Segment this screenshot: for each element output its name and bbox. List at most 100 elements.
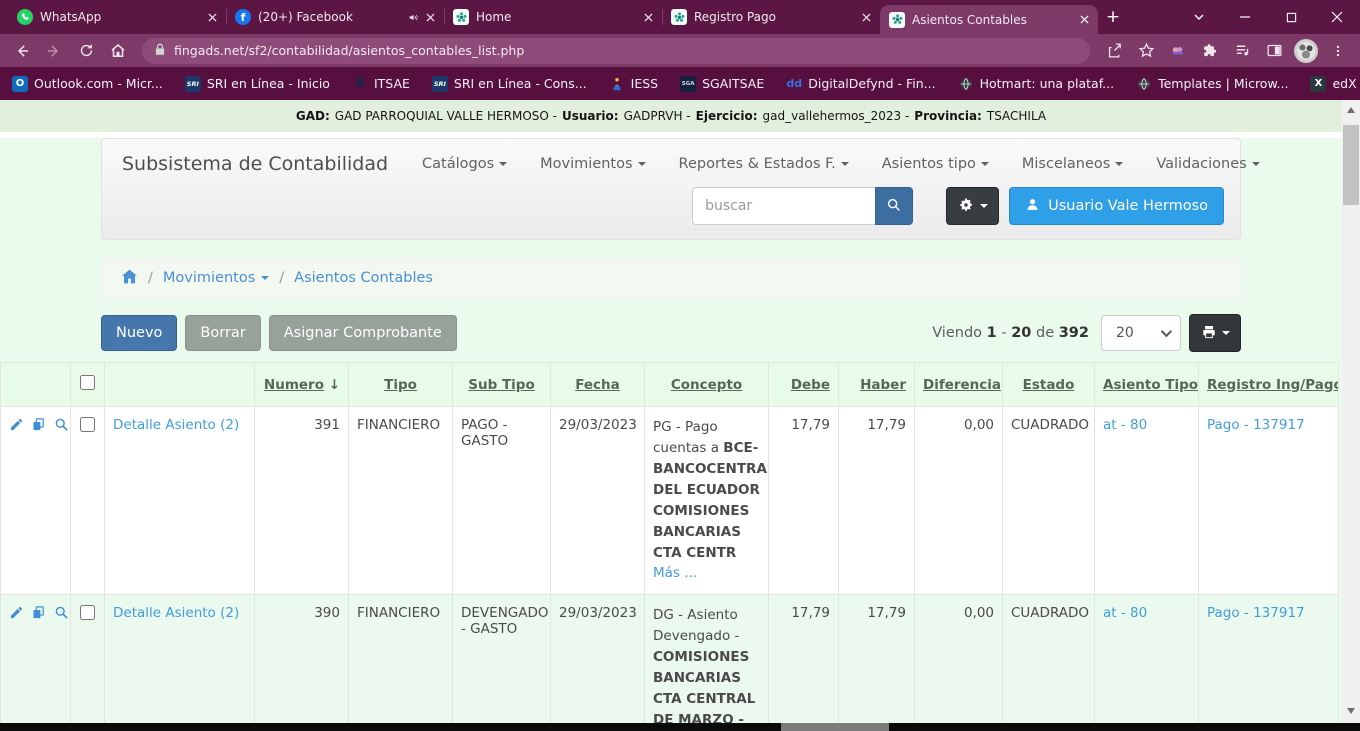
col-header-sub-tipo[interactable]: Sub Tipo bbox=[453, 363, 551, 407]
col-header-tipo[interactable]: Tipo bbox=[349, 363, 453, 407]
menu-reportes[interactable]: Reportes & Estados F. bbox=[679, 156, 849, 172]
tab-registro-pago[interactable]: Registro Pago bbox=[662, 0, 880, 34]
bookmark-edx[interactable]: X edX | Cursos en líne... bbox=[1310, 76, 1360, 92]
copy-icon[interactable] bbox=[31, 420, 49, 436]
close-icon[interactable] bbox=[1080, 15, 1089, 24]
col-header-debe[interactable]: Debe bbox=[769, 363, 839, 407]
horizontal-scrollbar[interactable] bbox=[0, 723, 1360, 731]
scroll-down-icon[interactable] bbox=[1347, 708, 1355, 714]
edit-icon[interactable] bbox=[9, 608, 27, 624]
browser-menu-icon[interactable] bbox=[1324, 37, 1352, 65]
user-button[interactable]: Usuario Vale Hermoso bbox=[1009, 187, 1224, 225]
maximize-icon[interactable] bbox=[1268, 0, 1314, 34]
nuevo-button[interactable]: Nuevo bbox=[101, 315, 177, 351]
asiento-tipo-link[interactable]: at - 80 bbox=[1103, 417, 1147, 433]
col-header-estado[interactable]: Estado bbox=[1003, 363, 1095, 407]
bookmark-itsae[interactable]: A ITSAE bbox=[352, 76, 410, 92]
tab-audio-icon[interactable] bbox=[408, 12, 419, 23]
detalle-asiento-link[interactable]: Detalle Asiento (2) bbox=[113, 605, 239, 621]
select-all-checkbox[interactable] bbox=[80, 375, 95, 390]
bookmark-hotmart[interactable]: Hotmart: una plataf... bbox=[958, 76, 1115, 92]
extensions-puzzle-icon[interactable] bbox=[1196, 37, 1224, 65]
registro-pago-link[interactable]: Pago - 137917 bbox=[1207, 417, 1305, 433]
settings-button[interactable] bbox=[946, 187, 999, 225]
bookmark-iess[interactable]: IESS bbox=[609, 76, 658, 92]
cell-numero: 391 bbox=[255, 407, 349, 595]
copy-icon[interactable] bbox=[31, 608, 49, 624]
menu-label: Movimientos bbox=[540, 156, 632, 172]
bookmark-templates[interactable]: Templates | Microw... bbox=[1136, 76, 1288, 92]
row-checkbox[interactable] bbox=[80, 605, 95, 620]
col-header-numero[interactable]: Numero ↓ bbox=[255, 363, 349, 407]
mas-link[interactable]: Más ... bbox=[653, 565, 697, 581]
window-close-icon[interactable] bbox=[1314, 0, 1360, 34]
edit-icon[interactable] bbox=[9, 420, 27, 436]
printer-icon bbox=[1201, 324, 1217, 343]
view-icon[interactable] bbox=[54, 608, 71, 624]
menu-movimientos[interactable]: Movimientos bbox=[540, 156, 645, 172]
col-header-fecha[interactable]: Fecha bbox=[551, 363, 645, 407]
close-icon[interactable] bbox=[426, 13, 435, 22]
search-button[interactable] bbox=[875, 187, 913, 225]
detalle-asiento-link[interactable]: Detalle Asiento (2) bbox=[113, 417, 239, 433]
bookmark-sri-inicio[interactable]: SRI SRI en Línea - Inicio bbox=[185, 76, 330, 92]
session-info-bar: GAD: GAD PARROQUIAL VALLE HERMOSO - Usua… bbox=[0, 100, 1342, 132]
profile-avatar[interactable] bbox=[1292, 37, 1320, 65]
url-bar[interactable]: fingads.net/sf2/contabilidad/asientos_co… bbox=[142, 38, 1090, 64]
search-input[interactable] bbox=[692, 187, 875, 225]
vertical-scrollbar[interactable] bbox=[1342, 100, 1360, 723]
col-header-asiento-tipo[interactable]: Asiento Tipo bbox=[1095, 363, 1199, 407]
app-title[interactable]: Subsistema de Contabilidad bbox=[122, 153, 388, 175]
col-header-registro-ing-pago[interactable]: Registro Ing/Pago bbox=[1199, 363, 1339, 407]
borrar-button[interactable]: Borrar bbox=[185, 315, 260, 351]
bookmark-digitaldefynd[interactable]: dd DigitalDefynd - Fin... bbox=[786, 76, 935, 92]
bookmark-sri-consultas[interactable]: SRI SRI en Línea - Cons... bbox=[432, 76, 587, 92]
cell-estado: CUADRADO bbox=[1003, 407, 1095, 595]
col-header-concepto[interactable]: Concepto bbox=[645, 363, 769, 407]
bookmark-sgaitsae[interactable]: SGA SGAITSAE bbox=[680, 76, 764, 92]
breadcrumb-movimientos[interactable]: Movimientos bbox=[163, 270, 269, 286]
reading-list-icon[interactable] bbox=[1228, 37, 1256, 65]
globe-icon bbox=[1136, 76, 1152, 92]
tab-whatsapp[interactable]: WhatsApp bbox=[8, 0, 226, 34]
close-icon[interactable] bbox=[644, 13, 653, 22]
print-button[interactable] bbox=[1189, 314, 1241, 352]
tab-asientos-contables[interactable]: Asientos Contables bbox=[880, 5, 1098, 34]
share-icon[interactable] bbox=[1100, 37, 1128, 65]
asiento-tipo-link[interactable]: at - 80 bbox=[1103, 605, 1147, 621]
breadcrumb-asientos-contables[interactable]: Asientos Contables bbox=[294, 270, 433, 286]
horizontal-scrollbar-thumb[interactable] bbox=[781, 723, 889, 731]
side-panel-icon[interactable] bbox=[1260, 37, 1288, 65]
close-icon[interactable] bbox=[208, 13, 217, 22]
close-icon[interactable] bbox=[862, 13, 871, 22]
home-icon[interactable] bbox=[104, 37, 132, 65]
tab-facebook[interactable]: f (20+) Facebook bbox=[226, 0, 444, 34]
row-checkbox[interactable] bbox=[80, 417, 95, 432]
new-tab-button[interactable]: + bbox=[1098, 0, 1128, 34]
weather-extension-icon[interactable] bbox=[1164, 37, 1192, 65]
view-icon[interactable] bbox=[54, 420, 71, 436]
registro-pago-link[interactable]: Pago - 137917 bbox=[1207, 605, 1305, 621]
menu-validaciones[interactable]: Validaciones bbox=[1156, 156, 1259, 172]
menu-asientos-tipo[interactable]: Asientos tipo bbox=[882, 156, 989, 172]
menu-miscelaneos[interactable]: Miscelaneos bbox=[1022, 156, 1123, 172]
col-header-haber[interactable]: Haber bbox=[839, 363, 915, 407]
bookmark-outlook[interactable]: O Outlook.com - Micr... bbox=[12, 76, 163, 92]
scroll-up-icon[interactable] bbox=[1347, 107, 1355, 113]
tab-home[interactable]: Home bbox=[444, 0, 662, 34]
breadcrumb-separator: / bbox=[148, 270, 153, 286]
asignar-comprobante-button[interactable]: Asignar Comprobante bbox=[269, 315, 457, 351]
col-header-diferencia[interactable]: Diferencia bbox=[915, 363, 1003, 407]
page-size-select[interactable]: 20 bbox=[1101, 315, 1181, 351]
reload-icon[interactable] bbox=[72, 37, 100, 65]
tab-search-chevron-icon[interactable] bbox=[1176, 0, 1222, 34]
fingads-favicon bbox=[453, 9, 469, 25]
minimize-icon[interactable] bbox=[1222, 0, 1268, 34]
breadcrumb-home[interactable] bbox=[121, 269, 138, 288]
bookmark-star-icon[interactable] bbox=[1132, 37, 1160, 65]
vertical-scrollbar-thumb[interactable] bbox=[1343, 125, 1359, 205]
forward-icon[interactable] bbox=[40, 37, 68, 65]
asientos-table: Numero ↓ Tipo Sub Tipo Fecha Concepto De… bbox=[0, 362, 1339, 731]
menu-catalogos[interactable]: Catálogos bbox=[422, 156, 507, 172]
back-icon[interactable] bbox=[8, 37, 36, 65]
